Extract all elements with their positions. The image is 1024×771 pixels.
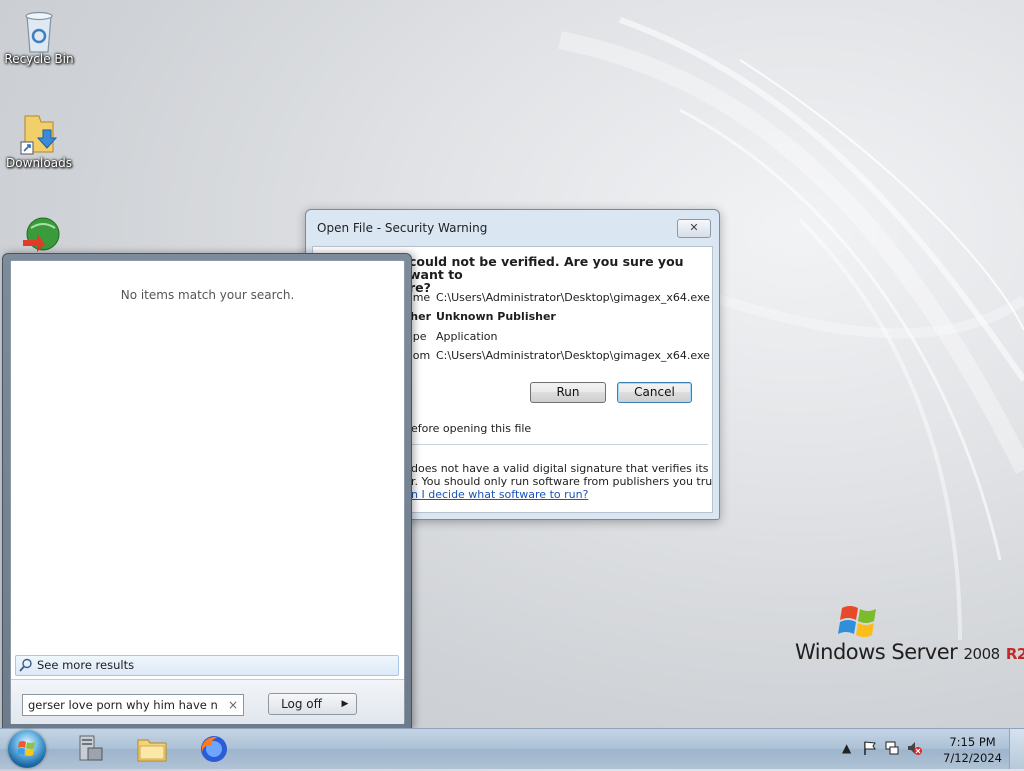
show-hidden-icons-chevron[interactable]: ▲	[842, 741, 851, 755]
field-key: me:	[409, 291, 431, 304]
desktop-icon-downloads[interactable]: Downloads	[1, 112, 77, 170]
server-manager-icon	[79, 735, 103, 761]
taskbar-firefox[interactable]	[186, 731, 242, 767]
close-button[interactable]: ✕	[677, 219, 711, 238]
start-menu: No items match your search. See more res…	[2, 253, 412, 730]
start-button[interactable]	[8, 730, 46, 768]
search-input-value: gerser love porn why him have n	[28, 695, 218, 715]
volume-muted-icon[interactable]	[906, 740, 922, 756]
help-link[interactable]: n I decide what software to run?	[411, 488, 588, 501]
show-desktop-button[interactable]	[1009, 729, 1024, 769]
shutdown-options-button[interactable]: ▶	[334, 693, 357, 715]
field-value: Unknown Publisher	[436, 310, 556, 323]
run-button[interactable]: Run	[530, 382, 606, 403]
action-center-flag-icon[interactable]	[862, 740, 878, 756]
field-key: pe:	[409, 330, 427, 343]
start-search-input[interactable]: gerser love porn why him have n ×	[22, 694, 244, 716]
folder-icon	[137, 739, 167, 762]
windows-server-branding: Windows Server 2008 R2	[795, 640, 1024, 664]
search-icon	[19, 658, 32, 672]
cancel-button[interactable]: Cancel	[617, 382, 692, 403]
taskbar: ▲ 7:15 PM 7/12/2024	[0, 728, 1024, 769]
firefox-icon	[201, 736, 227, 762]
brand-edition: R2	[1005, 645, 1024, 663]
folder-shortcut-icon	[19, 112, 59, 155]
clock-date: 7/12/2024	[943, 751, 1002, 765]
windows-logo-icon	[838, 606, 876, 637]
log-off-button[interactable]: Log off	[268, 693, 335, 715]
globe-download-icon	[19, 214, 60, 254]
brand-product: Windows Server	[795, 640, 958, 664]
warning-line-2: r. You should only run software from pub…	[411, 475, 713, 488]
desktop-icon-label: Downloads	[6, 156, 72, 170]
dialog-question: could not be verified. Are you sure you …	[409, 255, 709, 294]
field-value: C:\Users\Administrator\Desktop\gimagex_x…	[436, 349, 710, 362]
system-tray: ▲ 7:15 PM 7/12/2024	[834, 729, 1024, 769]
brand-version: 2008	[963, 645, 1000, 663]
clear-search-icon[interactable]: ×	[228, 695, 238, 715]
ask-checkbox-label[interactable]: efore opening this file	[411, 422, 531, 435]
start-menu-bottom-bar: gerser love porn why him have n × Log of…	[11, 679, 404, 724]
windows-logo-icon	[17, 741, 35, 756]
field-value: C:\Users\Administrator\Desktop\gimagex_x…	[436, 291, 710, 304]
field-key: om:	[409, 349, 431, 362]
question-line-1: could not be verified. Are you sure you …	[409, 254, 684, 282]
taskbar-server-manager[interactable]	[62, 731, 118, 767]
no-results-message: No items match your search.	[120, 288, 295, 302]
desktop-icon-label: Recycle Bin	[4, 52, 74, 66]
dialog-separator	[409, 444, 708, 445]
network-icon[interactable]	[884, 740, 900, 756]
chevron-right-icon: ▶	[341, 699, 349, 709]
warning-line-1: does not have a valid digital signature …	[411, 462, 709, 475]
field-key: her:	[409, 310, 431, 323]
taskbar-clock[interactable]: 7:15 PM 7/12/2024	[943, 734, 1002, 766]
desktop-icon-recycle-bin[interactable]: Recycle Bin	[1, 8, 77, 66]
search-results-pane: No items match your search. See more res…	[10, 260, 405, 724]
dialog-titlebar[interactable]: Open File - Security Warning ✕	[306, 210, 719, 246]
desktop-icon-download-manager[interactable]	[1, 214, 77, 254]
close-icon: ✕	[689, 221, 699, 234]
field-value: Application	[436, 330, 498, 343]
clock-time: 7:15 PM	[949, 735, 996, 749]
taskbar-windows-explorer[interactable]	[124, 731, 180, 767]
recycle-bin-icon	[19, 8, 59, 53]
see-more-label: See more results	[37, 658, 135, 672]
see-more-results-button[interactable]: See more results	[15, 655, 399, 676]
dialog-title: Open File - Security Warning	[317, 221, 488, 235]
search-text: gerser love porn why him have n	[28, 698, 218, 712]
